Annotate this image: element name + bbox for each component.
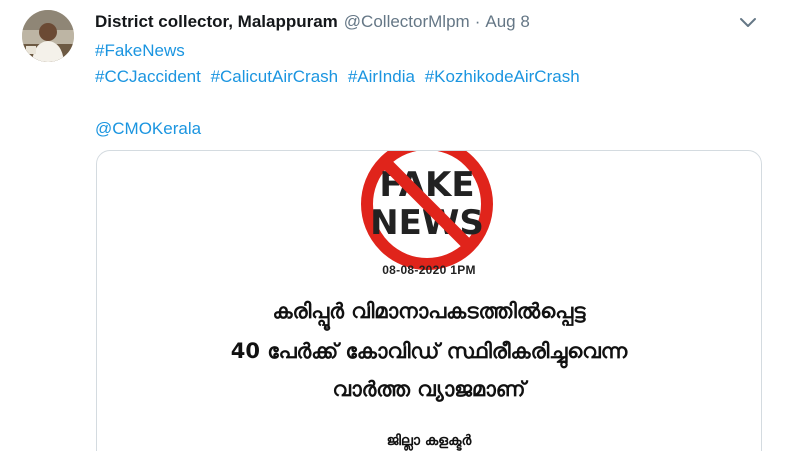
hashtag-calicutaircrash[interactable]: #CalicutAirCrash xyxy=(211,67,339,86)
tweet-text: #FakeNews #CCJaccident #CalicutAirCrash … xyxy=(95,38,580,142)
hashtag-ccjaccident[interactable]: #CCJaccident xyxy=(95,67,201,86)
tweet: District collector, Malappuram @Collecto… xyxy=(0,0,800,451)
hashtag-kozhikodeaircrash[interactable]: #KozhikodeAirCrash xyxy=(425,67,580,86)
mention-cmokerala[interactable]: @CMOKerala xyxy=(95,119,201,138)
fake-news-stamp: FAKE NEWS xyxy=(361,151,493,270)
notice-line-3: വാർത്ത വ്യാജമാണ് xyxy=(332,377,526,401)
tweet-date[interactable]: Aug 8 xyxy=(485,12,529,32)
hashtag-fakenews[interactable]: #FakeNews xyxy=(95,41,185,60)
hashtag-line-1: #FakeNews xyxy=(95,38,580,64)
notice-line-1: കരിപ്പൂർ വിമാനാപകടത്തിൽപ്പെട്ട xyxy=(272,299,586,323)
notice-line-2: 40 പേർക്ക് കോവിഡ് സ്ഥിരീകരിച്ചുവെന്ന xyxy=(230,339,628,363)
hashtag-line-2: #CCJaccident #CalicutAirCrash #AirIndia … xyxy=(95,64,580,90)
mention-line: @CMOKerala xyxy=(95,116,580,142)
chevron-down-icon[interactable] xyxy=(738,14,758,30)
author-handle[interactable]: @CollectorMlpm xyxy=(344,12,470,32)
notice-timestamp: 08-08-2020 1PM xyxy=(382,263,476,277)
notice-signature: ജില്ലാ കളക്ടർ xyxy=(386,433,472,449)
separator-dot: · xyxy=(474,12,481,31)
hashtag-airindia[interactable]: #AirIndia xyxy=(348,67,415,86)
avatar[interactable] xyxy=(22,10,74,62)
attached-image[interactable]: FAKE NEWS 08-08-2020 1PM കരിപ്പൂർ വിമാനാ… xyxy=(96,150,762,451)
tweet-header: District collector, Malappuram @Collecto… xyxy=(95,10,530,34)
author-name[interactable]: District collector, Malappuram xyxy=(95,12,338,32)
